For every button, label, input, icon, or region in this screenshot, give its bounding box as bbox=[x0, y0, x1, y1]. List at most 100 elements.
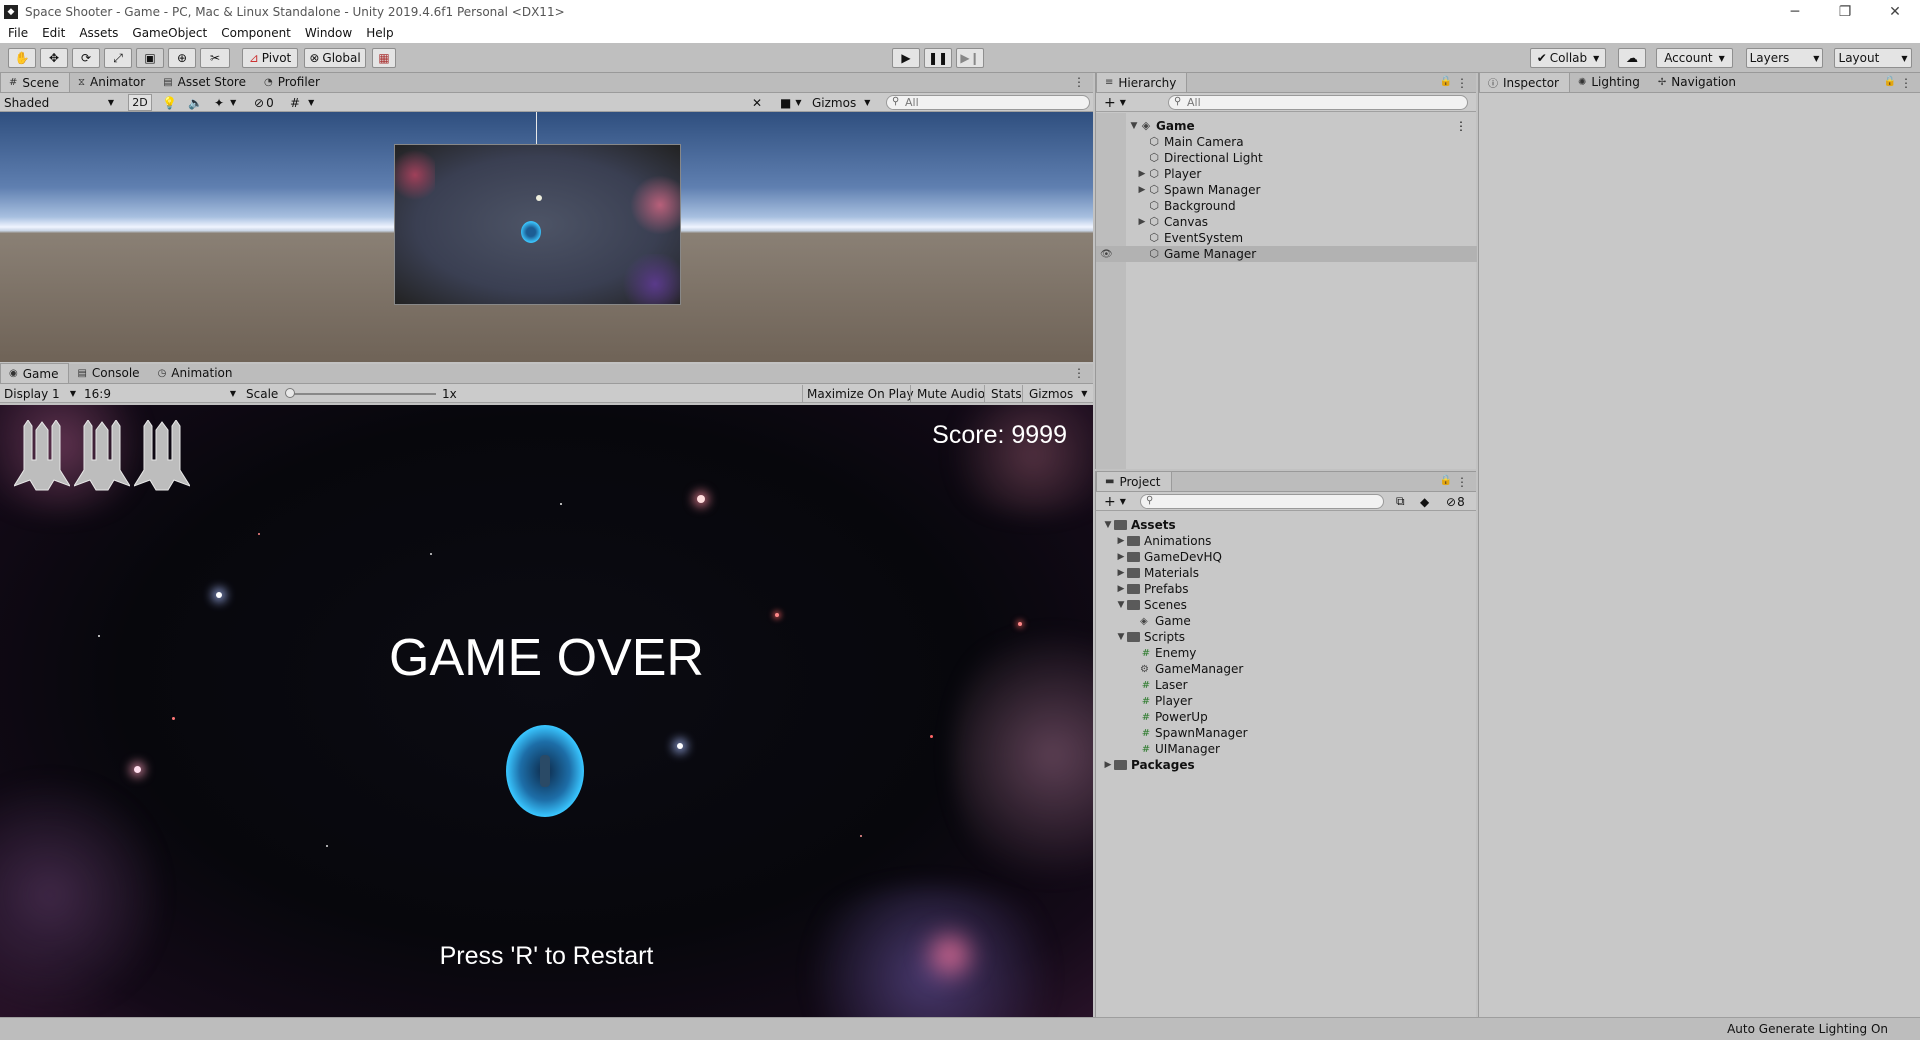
tab-lighting[interactable]: ✺ Lighting bbox=[1570, 72, 1650, 92]
scale-slider-track[interactable] bbox=[290, 393, 436, 395]
game-gizmos-dropdown[interactable]: Gizmos ▼ bbox=[1022, 385, 1087, 402]
layout-dropdown[interactable]: Layout ▼ bbox=[1834, 48, 1912, 68]
chevron-right-icon[interactable]: ▶ bbox=[1115, 584, 1127, 594]
project-folder-packages[interactable]: ▶ Packages bbox=[1096, 757, 1477, 773]
project-script-asset[interactable]: # Player bbox=[1096, 693, 1477, 709]
stats-toggle[interactable]: Stats bbox=[984, 385, 1022, 402]
chevron-right-icon[interactable]: ▶ bbox=[1102, 760, 1114, 770]
project-folder[interactable]: ▶ Prefabs bbox=[1096, 581, 1477, 597]
menu-window[interactable]: Window bbox=[305, 26, 352, 40]
tab-animator[interactable]: ⧖ Animator bbox=[70, 72, 155, 92]
cloud-button[interactable]: ☁ bbox=[1618, 48, 1646, 68]
project-folder-scenes[interactable]: ▼ Scenes bbox=[1096, 597, 1477, 613]
mute-audio-toggle[interactable]: Mute Audio bbox=[910, 385, 985, 402]
chevron-down-icon[interactable]: ▼ bbox=[1102, 520, 1114, 530]
scale-tool-button[interactable]: ⤢ bbox=[104, 48, 132, 68]
audio-toggle[interactable]: 🔈 bbox=[188, 94, 203, 111]
chevron-right-icon[interactable]: ▶ bbox=[1136, 185, 1148, 195]
shading-mode-dropdown[interactable]: Shaded ▼ bbox=[4, 94, 118, 111]
global-toggle[interactable]: ⊗ Global bbox=[304, 48, 366, 68]
lock-icon[interactable]: 🔒 bbox=[1440, 76, 1452, 87]
effects-dropdown[interactable]: ✦ ▼ bbox=[214, 94, 236, 111]
tab-scene[interactable]: # Scene bbox=[0, 72, 70, 92]
restore-button[interactable]: ❐ bbox=[1822, 0, 1868, 23]
collab-button[interactable]: ✔ Collab ▼ bbox=[1530, 48, 1606, 68]
menu-help[interactable]: Help bbox=[366, 26, 393, 40]
maximize-on-play-toggle[interactable]: Maximize On Play bbox=[802, 385, 914, 402]
2d-toggle[interactable]: 2D bbox=[128, 94, 152, 111]
project-script-asset[interactable]: # Laser bbox=[1096, 677, 1477, 693]
camera-dropdown[interactable]: ■ ▼ bbox=[780, 94, 802, 111]
account-dropdown[interactable]: Account ▼ bbox=[1656, 48, 1733, 68]
project-folder[interactable]: ▶ Animations bbox=[1096, 533, 1477, 549]
tab-game[interactable]: ◉ Game bbox=[0, 363, 70, 383]
menu-file[interactable]: File bbox=[8, 26, 28, 40]
project-folder[interactable]: ▶ GameDevHQ bbox=[1096, 549, 1477, 565]
rect-tool-button[interactable]: ▣ bbox=[136, 48, 164, 68]
play-button[interactable]: ▶ bbox=[892, 48, 920, 68]
game-viewport[interactable]: Score: 9999 GAME OVER Press 'R' to Resta… bbox=[0, 405, 1093, 1017]
hierarchy-item[interactable]: ▶ ⬡ Spawn Manager bbox=[1096, 182, 1477, 198]
tab-navigation[interactable]: ✢ Navigation bbox=[1650, 72, 1746, 92]
display-dropdown[interactable]: Display 1 ▼ bbox=[4, 385, 76, 402]
create-asset-dropdown[interactable]: + ▼ bbox=[1104, 493, 1126, 510]
chevron-down-icon[interactable]: ▼ bbox=[1115, 632, 1127, 642]
scale-slider-handle[interactable] bbox=[285, 388, 295, 398]
more-options-icon[interactable]: ⋮ bbox=[1456, 475, 1468, 489]
hierarchy-search-input[interactable]: ⚲ All bbox=[1168, 95, 1468, 110]
hidden-objects-toggle[interactable]: ⊘ 0 bbox=[254, 94, 274, 111]
lock-icon[interactable]: 🔒 bbox=[1884, 76, 1896, 87]
project-scene-asset[interactable]: ◈ Game bbox=[1096, 613, 1477, 629]
chevron-right-icon[interactable]: ▶ bbox=[1136, 217, 1148, 227]
step-button[interactable]: ▶❙ bbox=[956, 48, 984, 68]
layers-dropdown[interactable]: Layers ▼ bbox=[1746, 48, 1823, 68]
lighting-toggle[interactable]: 💡 bbox=[162, 94, 177, 111]
rotate-tool-button[interactable]: ⟳ bbox=[72, 48, 100, 68]
project-folder-assets[interactable]: ▼ Assets bbox=[1096, 517, 1477, 533]
more-options-icon[interactable]: ⋮ bbox=[1073, 75, 1085, 89]
chevron-right-icon[interactable]: ▶ bbox=[1136, 169, 1148, 179]
hierarchy-item[interactable]: ▶ ⬡ Canvas bbox=[1096, 214, 1477, 230]
more-options-icon[interactable]: ⋮ bbox=[1455, 119, 1467, 133]
menu-assets[interactable]: Assets bbox=[79, 26, 118, 40]
tab-inspector[interactable]: ⓘ Inspector bbox=[1479, 72, 1570, 92]
pause-button[interactable]: ❚❚ bbox=[924, 48, 952, 68]
project-script-asset[interactable]: # PowerUp bbox=[1096, 709, 1477, 725]
more-options-icon[interactable]: ⋮ bbox=[1073, 366, 1085, 380]
hierarchy-item[interactable]: ▶ ⬡ Player bbox=[1096, 166, 1477, 182]
chevron-down-icon[interactable]: ▼ bbox=[1128, 121, 1140, 131]
project-script-asset[interactable]: ⚙ GameManager bbox=[1096, 661, 1477, 677]
scene-viewport[interactable] bbox=[0, 112, 1093, 362]
hierarchy-item[interactable]: ⬡ Main Camera bbox=[1096, 134, 1477, 150]
project-script-asset[interactable]: # SpawnManager bbox=[1096, 725, 1477, 741]
custom-tool-button[interactable]: ✂ bbox=[200, 48, 230, 68]
menu-edit[interactable]: Edit bbox=[42, 26, 65, 40]
close-button[interactable]: ✕ bbox=[1872, 0, 1918, 23]
pivot-toggle[interactable]: ⊿ Pivot bbox=[242, 48, 298, 68]
project-script-asset[interactable]: # UIManager bbox=[1096, 741, 1477, 757]
tab-hierarchy[interactable]: ≡ Hierarchy bbox=[1096, 72, 1188, 92]
project-folder[interactable]: ▶ Materials bbox=[1096, 565, 1477, 581]
hierarchy-item[interactable]: 👁 ⬡ Game Manager bbox=[1096, 246, 1477, 262]
search-by-type-button[interactable]: ⧉ bbox=[1396, 493, 1405, 510]
more-options-icon[interactable]: ⋮ bbox=[1900, 76, 1912, 90]
aspect-dropdown[interactable]: 16:9 ▼ bbox=[84, 385, 236, 402]
minimize-button[interactable]: ─ bbox=[1772, 0, 1818, 23]
tab-profiler[interactable]: ◔ Profiler bbox=[256, 72, 330, 92]
hidden-packages-toggle[interactable]: ⊘ 8 bbox=[1446, 493, 1465, 510]
project-script-asset[interactable]: # Enemy bbox=[1096, 645, 1477, 661]
gizmos-dropdown[interactable]: Gizmos ▼ bbox=[812, 94, 870, 111]
hierarchy-scene-root[interactable]: ▼ ◈ Game ⋮ bbox=[1096, 118, 1477, 134]
chevron-right-icon[interactable]: ▶ bbox=[1115, 568, 1127, 578]
project-folder-scripts[interactable]: ▼ Scripts bbox=[1096, 629, 1477, 645]
scene-search-input[interactable]: ⚲ All bbox=[886, 95, 1090, 110]
lock-icon[interactable]: 🔒 bbox=[1440, 475, 1452, 486]
hierarchy-item[interactable]: ⬡ Background bbox=[1096, 198, 1477, 214]
tab-asset-store[interactable]: ▤ Asset Store bbox=[155, 72, 256, 92]
search-by-label-button[interactable]: ◆ bbox=[1420, 493, 1429, 510]
menu-component[interactable]: Component bbox=[221, 26, 291, 40]
game-camera-frame[interactable] bbox=[394, 144, 681, 305]
grid-dropdown[interactable]: # ▼ bbox=[290, 94, 314, 111]
chevron-right-icon[interactable]: ▶ bbox=[1115, 536, 1127, 546]
move-tool-button[interactable]: ✥ bbox=[40, 48, 68, 68]
